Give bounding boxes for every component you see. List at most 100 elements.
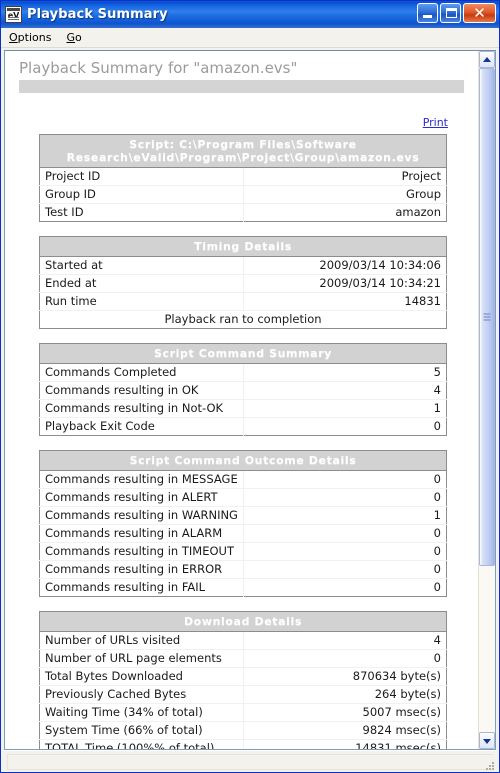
row-value: 2009/03/14 10:34:21 xyxy=(243,274,447,293)
row-value: 1 xyxy=(243,399,447,418)
table-row: Number of URL page elements 0 xyxy=(39,649,447,668)
script-table: Script: C:\Program Files\Software Resear… xyxy=(39,134,447,222)
section-header: Download Details xyxy=(39,611,447,632)
scrollbar-track[interactable] xyxy=(479,68,495,732)
title-underline-bar xyxy=(19,80,464,93)
statusbar xyxy=(4,750,496,772)
row-key: Number of URLs visited xyxy=(39,631,244,650)
script-command-outcome-details-table: Script Command Outcome Details Commands … xyxy=(39,450,447,597)
row-key: Commands resulting in ERROR xyxy=(39,560,244,579)
chevron-down-icon xyxy=(483,738,491,744)
row-value: 0 xyxy=(433,580,441,594)
row-value: 4 xyxy=(243,381,447,400)
row-value: 0 xyxy=(243,542,447,561)
row-value: 264 byte(s) xyxy=(243,685,447,704)
row-key: Commands resulting in TIMEOUT xyxy=(39,542,244,561)
window-titlebar[interactable]: eV Playback Summary ✕ xyxy=(1,1,499,28)
vertical-scrollbar[interactable] xyxy=(478,51,495,749)
row-value: 14831 xyxy=(243,292,447,311)
page-title: Playback Summary for "amazon.evs" xyxy=(19,59,298,77)
row-value: 1 xyxy=(243,506,447,525)
row-value: 0 xyxy=(243,649,447,668)
row-key: Project ID xyxy=(39,167,244,186)
window-title: Playback Summary xyxy=(27,7,168,22)
row-value: 0 xyxy=(243,488,447,507)
table-row: Commands resulting in ALARM 0 xyxy=(39,524,447,543)
table-row: Commands resulting in OK 4 xyxy=(39,381,447,400)
row-key: TOTAL Time (100%% of total) xyxy=(39,739,244,749)
row-key: Waiting Time (34% of total) xyxy=(39,703,244,722)
table-row: Previously Cached Bytes 264 byte(s) xyxy=(39,685,447,704)
row-value: 0 xyxy=(243,524,447,543)
section-header: Timing Details xyxy=(39,236,447,257)
row-key: Commands resulting in Not-OK xyxy=(39,399,244,418)
row-key: Ended at xyxy=(39,274,244,293)
row-value: 870634 byte(s) xyxy=(243,667,447,686)
row-value: Project xyxy=(243,167,447,186)
section-header: Script: C:\Program Files\Software Resear… xyxy=(39,134,447,168)
table-row: Group ID Group xyxy=(39,185,447,204)
print-link[interactable]: Print xyxy=(423,116,448,129)
row-key: Commands resulting in FAIL xyxy=(39,578,244,597)
scrollbar-thumb[interactable] xyxy=(479,68,495,566)
evalid-document-icon: eV xyxy=(5,6,22,23)
scroll-down-button[interactable] xyxy=(479,732,495,749)
row-key: Commands resulting in ALARM xyxy=(39,524,244,543)
menu-item-go[interactable]: Go xyxy=(64,30,88,45)
table-row: Commands resulting in ALERT 0 xyxy=(39,488,447,507)
report-document: Playback Summary for "amazon.evs" Print … xyxy=(5,51,478,749)
table-footer: Playback ran to completion xyxy=(39,310,447,329)
row-value: 14831 msec(s) xyxy=(243,739,447,749)
menubar: Options Go xyxy=(1,28,499,48)
row-value: amazon xyxy=(395,205,441,219)
table-row: Commands resulting in ERROR 0 xyxy=(39,560,447,579)
close-icon: ✕ xyxy=(473,4,486,22)
table-row: TOTAL Time (100%% of total) 14831 msec(s… xyxy=(39,739,447,749)
client-area: Playback Summary for "amazon.evs" Print … xyxy=(1,48,499,772)
section-header: Script Command Summary xyxy=(39,343,447,364)
minimize-icon xyxy=(423,15,432,18)
row-key: Commands resulting in ALERT xyxy=(39,488,244,507)
row-key: Commands resulting in WARNING xyxy=(39,506,244,525)
row-value: 2009/03/14 10:34:06 xyxy=(243,256,447,275)
timing-details-table: Timing Details Started at 2009/03/14 10:… xyxy=(39,236,447,329)
close-button[interactable]: ✕ xyxy=(463,3,496,23)
status-pane xyxy=(7,753,493,770)
resize-grip-icon[interactable] xyxy=(482,758,494,770)
chevron-up-icon xyxy=(483,56,491,62)
maximize-button[interactable] xyxy=(440,3,461,23)
row-key: Commands resulting in MESSAGE xyxy=(39,470,244,489)
table-row: Ended at 2009/03/14 10:34:21 xyxy=(39,274,447,293)
row-key: Test ID xyxy=(39,203,244,222)
print-row: Print xyxy=(15,93,468,134)
table-row: Commands Completed 5 xyxy=(39,363,447,382)
section-header: Script Command Outcome Details xyxy=(39,450,447,471)
script-command-summary-table: Script Command Summary Commands Complete… xyxy=(39,343,447,436)
table-row: Started at 2009/03/14 10:34:06 xyxy=(39,256,447,275)
scroll-up-button[interactable] xyxy=(479,51,495,68)
window-controls: ✕ xyxy=(417,3,496,23)
table-row: Commands resulting in TIMEOUT 0 xyxy=(39,542,447,561)
scrollbar-grip-icon xyxy=(483,313,491,321)
row-value: 9824 msec(s) xyxy=(243,721,447,740)
row-key: Commands resulting in OK xyxy=(39,381,244,400)
table-row: Commands resulting in MESSAGE 0 xyxy=(39,470,447,489)
row-value: 0 xyxy=(433,419,441,433)
minimize-button[interactable] xyxy=(417,3,438,23)
row-key: Run time xyxy=(39,292,244,311)
row-value: 0 xyxy=(243,470,447,489)
row-key: Started at xyxy=(39,256,244,275)
document-frame: Playback Summary for "amazon.evs" Print … xyxy=(4,50,496,750)
row-value: 5007 msec(s) xyxy=(243,703,447,722)
table-row: Total Bytes Downloaded 870634 byte(s) xyxy=(39,667,447,686)
row-key: Total Bytes Downloaded xyxy=(39,667,244,686)
row-key: Playback Exit Code xyxy=(39,417,244,436)
download-details-table: Download Details Number of URLs visited … xyxy=(39,611,447,749)
table-row: Playback Exit Code 0 xyxy=(39,417,447,436)
menu-item-options[interactable]: Options xyxy=(7,30,58,45)
table-row: System Time (66% of total) 9824 msec(s) xyxy=(39,721,447,740)
table-row: Commands resulting in FAIL 0 xyxy=(39,578,447,597)
maximize-icon xyxy=(446,8,457,18)
table-row: Commands resulting in Not-OK 1 xyxy=(39,399,447,418)
row-value: 5 xyxy=(243,363,447,382)
